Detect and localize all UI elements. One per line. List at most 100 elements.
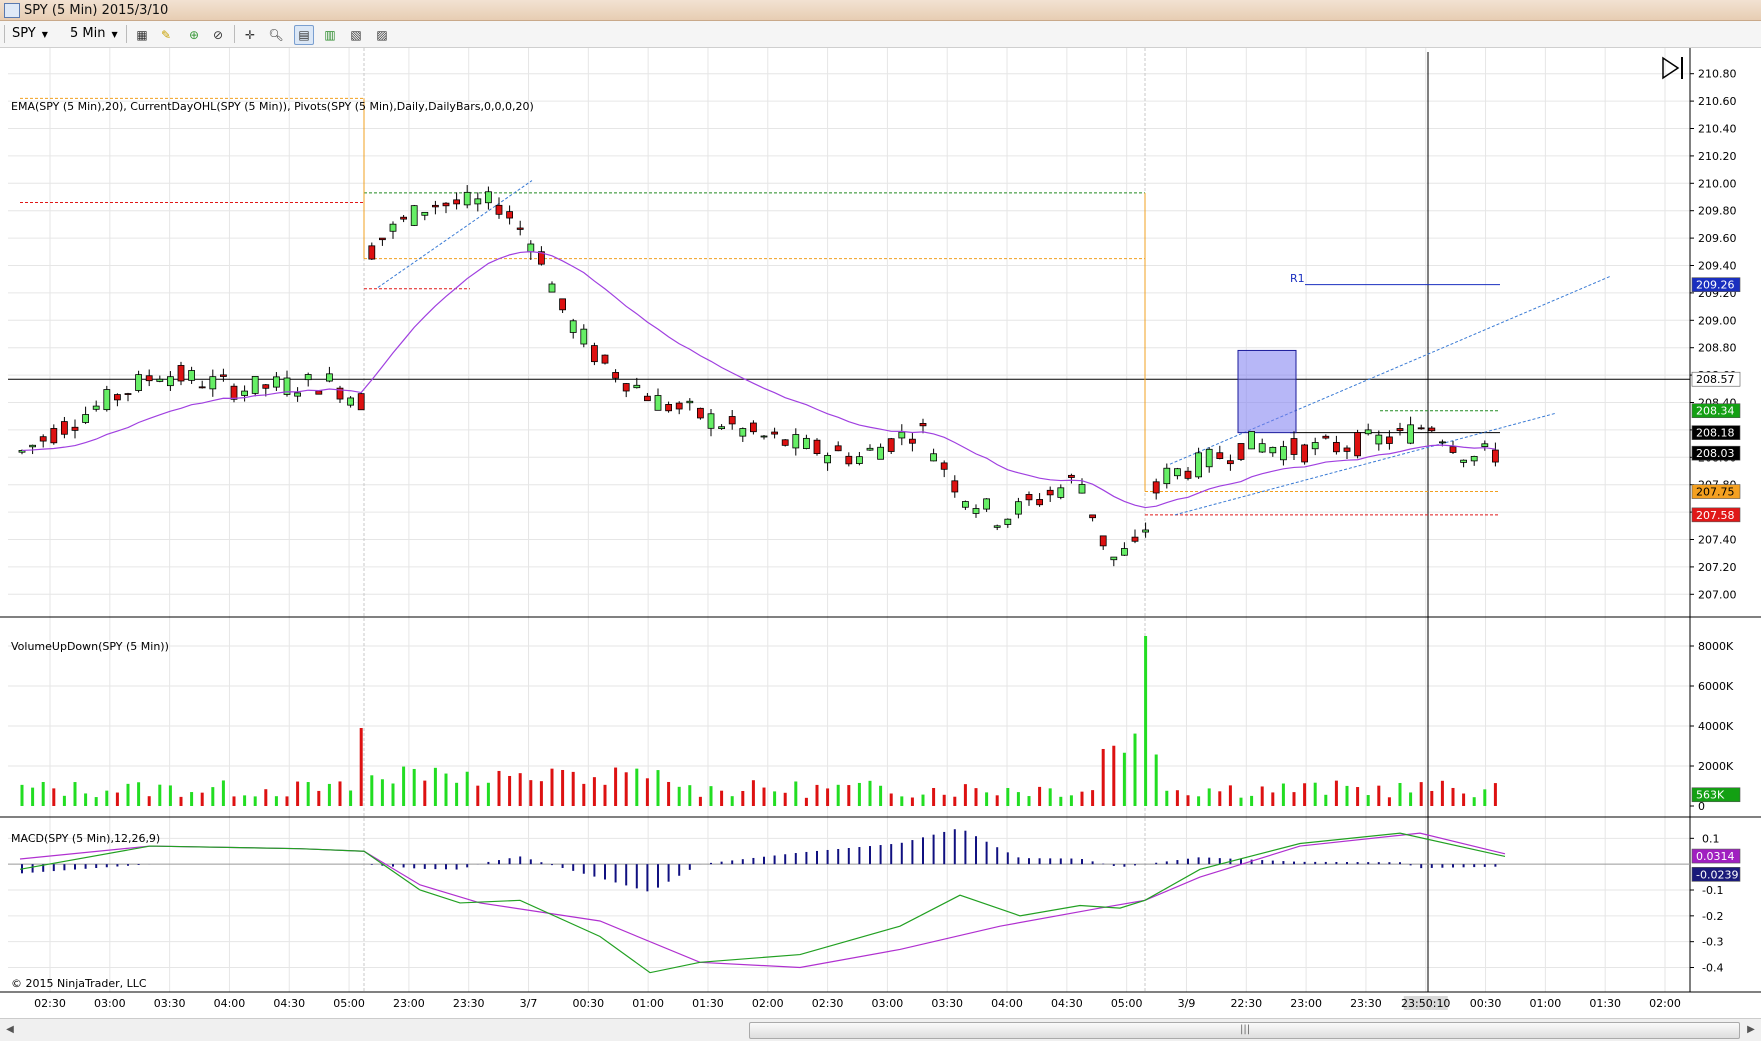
volume-tick-label: 2000K [1698, 760, 1734, 773]
volume-bar [698, 796, 702, 806]
candle-body [993, 525, 1001, 528]
price-tick-label: 207.00 [1698, 588, 1737, 601]
volume-bar [582, 783, 586, 806]
volume-bar [1112, 745, 1116, 806]
time-label: 00:30 [1470, 997, 1502, 1010]
candle-body [559, 298, 566, 311]
candle-body [421, 211, 429, 216]
chart-style-icon[interactable]: ▨ [372, 25, 392, 45]
time-label: 03:30 [931, 997, 963, 1010]
instrument-selector[interactable]: SPY ▼ [12, 25, 48, 43]
volume-bar [1197, 796, 1201, 806]
volume-bar [910, 797, 914, 806]
volume-bar [508, 775, 512, 806]
bar-type-icon[interactable]: ▦ [132, 25, 152, 45]
volume-bar [794, 781, 798, 806]
volume-bar [1462, 793, 1466, 806]
volume-bar [455, 782, 459, 806]
horizontal-scrollbar[interactable]: ◀ ||| ▶ [0, 1018, 1761, 1041]
macd-tick-label: -0.3 [1702, 936, 1723, 949]
candle-body [325, 373, 333, 382]
candle-body [569, 320, 577, 333]
volume-bar [529, 780, 533, 806]
volume-bar [168, 785, 172, 806]
time-label: 3/7 [520, 997, 538, 1010]
volume-bar [932, 787, 936, 806]
scrollbar-thumb[interactable]: ||| [749, 1022, 1740, 1039]
candle-body [771, 431, 778, 435]
candle-body [1258, 443, 1266, 453]
candle-body [219, 374, 227, 377]
candle-body [177, 365, 185, 382]
volume-bar [147, 796, 151, 806]
volume-bar [1398, 782, 1402, 806]
candle-body [516, 227, 524, 230]
macd-marker: 0.0314 [1696, 850, 1735, 863]
candle-body [940, 462, 948, 470]
pencil-icon[interactable]: ✎ [156, 25, 176, 45]
candle-body [442, 202, 450, 207]
candle-body [1417, 427, 1425, 430]
price-marker: 208.34 [1696, 405, 1735, 418]
volume-tick-label: 8000K [1698, 640, 1734, 653]
candle-body [527, 243, 535, 253]
price-marker: 209.26 [1696, 279, 1735, 292]
volume-bar [31, 787, 35, 806]
volume-bar [317, 790, 321, 806]
volume-bar [539, 781, 543, 806]
chart-area[interactable]: 210.80 210.60 210.40 210.20 210.00 209.80 209.… [0, 48, 1761, 1018]
candle-body [474, 198, 482, 205]
properties-icon[interactable]: ▤ [294, 25, 314, 45]
candle-body [1068, 474, 1075, 478]
volume-bar [900, 796, 904, 806]
magnifier-icon[interactable]: 🔍︎ [266, 25, 286, 45]
time-label: 23:00 [1290, 997, 1322, 1010]
candle-body [877, 446, 884, 460]
scroll-left-icon[interactable]: ◀ [2, 1022, 18, 1038]
volume-bar [338, 781, 342, 806]
candle-body [1110, 556, 1118, 561]
volume-bar [105, 790, 109, 806]
chart-canvas[interactable]: 210.80 210.60 210.40 210.20 210.00 209.80 209.… [0, 48, 1761, 1018]
strategies-icon[interactable]: ▧ [346, 25, 366, 45]
crosshair-icon[interactable]: ✛ [240, 25, 260, 45]
volume-bar [402, 766, 406, 806]
time-label: 01:30 [1589, 997, 1621, 1010]
volume-bar [592, 777, 596, 806]
candle-body [760, 435, 768, 438]
volume-bar [1133, 733, 1137, 806]
candle-body [750, 422, 757, 433]
candle-body [591, 345, 598, 363]
candle-body [1205, 448, 1213, 468]
candle-body [198, 386, 206, 389]
interval-selector[interactable]: 5 Min ▼ [70, 25, 118, 43]
candle-body [294, 392, 302, 397]
candle-body [39, 436, 47, 442]
macd-indicator-label: MACD(SPY (5 Min),12,26,9) [11, 832, 160, 845]
candle-body [1152, 481, 1160, 494]
candle-body [103, 389, 111, 411]
candle-body [1290, 438, 1298, 455]
candle-body [1407, 424, 1414, 444]
volume-bar [1069, 795, 1073, 806]
volume-bar [137, 782, 141, 806]
scroll-right-icon[interactable]: ▶ [1743, 1022, 1759, 1038]
candle-body [431, 204, 439, 208]
volume-bar [847, 785, 851, 806]
volume-bar [889, 793, 893, 806]
volume-bar [1483, 789, 1487, 806]
candle-body [304, 374, 312, 381]
time-label: 01:30 [692, 997, 724, 1010]
candle-body [1015, 501, 1022, 515]
zoom-out-icon[interactable]: ⊘ [208, 25, 228, 45]
time-label: 03:00 [94, 997, 126, 1010]
zoom-in-icon[interactable]: ⊕ [184, 25, 204, 45]
volume-bar [1303, 783, 1307, 806]
volume-bar [1345, 785, 1349, 806]
time-label: 00:30 [572, 997, 604, 1010]
candle-body [50, 428, 58, 444]
candle-body [188, 370, 196, 381]
indicators-icon[interactable]: ▥ [320, 25, 340, 45]
volume-bar [433, 767, 437, 806]
volume-bar [1027, 796, 1031, 806]
